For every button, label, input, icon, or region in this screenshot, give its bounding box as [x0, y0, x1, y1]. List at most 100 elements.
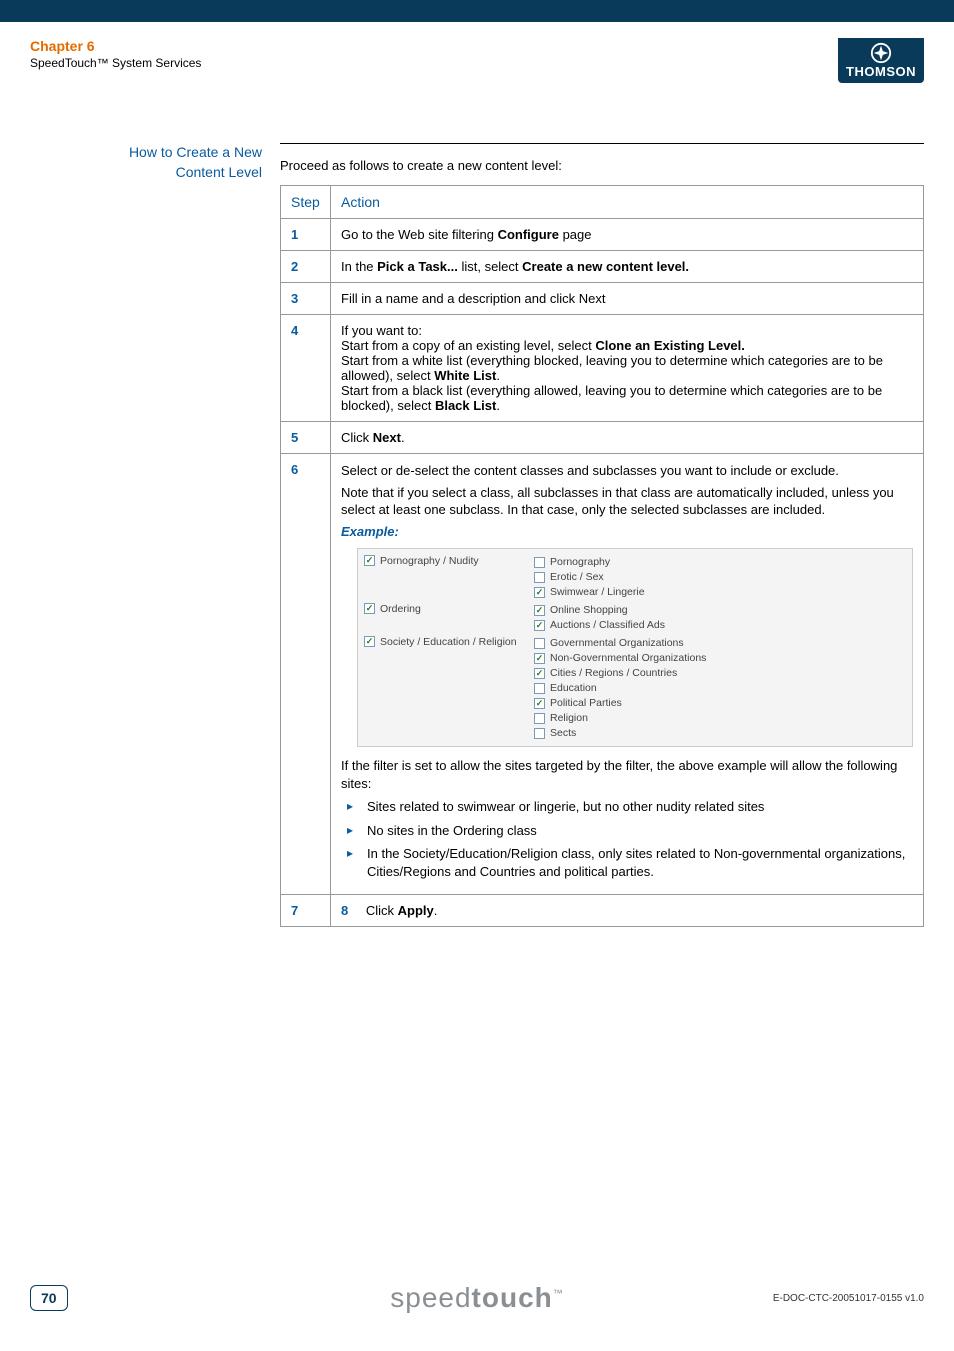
speedtouch-logo: speedtouch™ — [390, 1282, 564, 1314]
thomson-text: THOMSON — [846, 64, 916, 79]
subcategory-label: Governmental Organizations — [550, 637, 684, 649]
subcategory-label: Auctions / Classified Ads — [550, 619, 665, 631]
text: If the filter is set to allow the sites … — [341, 757, 913, 792]
bullet-list: Sites related to swimwear or lingerie, b… — [341, 798, 913, 880]
subcategory-label: Online Shopping — [550, 604, 628, 616]
checkbox-icon[interactable] — [534, 557, 545, 568]
text: Select or de-select the content classes … — [341, 462, 913, 480]
step-action: If you want to: Start from a copy of an … — [331, 315, 924, 422]
text: Note that if you select a class, all sub… — [341, 484, 913, 519]
example-group: Society / Education / Religion Governmen… — [364, 634, 906, 742]
page-number: 70 — [30, 1285, 68, 1311]
step-num: 7 — [281, 895, 331, 927]
step-num: 1 — [281, 219, 331, 251]
bold: Configure — [498, 227, 559, 242]
text: . — [434, 903, 438, 918]
checkbox-icon[interactable] — [534, 668, 545, 679]
content-area: How to Create a New Content Level Procee… — [0, 83, 954, 927]
text: Start from a black list (everything allo… — [341, 383, 882, 413]
table-row: 5 Click Next. — [281, 422, 924, 454]
brand-bold: touch — [472, 1282, 553, 1313]
bold: Next — [373, 430, 401, 445]
example-label: Example: — [341, 523, 913, 541]
text: Click — [366, 903, 398, 918]
col-action: Action — [331, 186, 924, 219]
checkbox-icon[interactable] — [364, 603, 375, 614]
text: Go to the Web site filtering — [341, 227, 498, 242]
checkbox-icon[interactable] — [364, 555, 375, 566]
list-item: No sites in the Ordering class — [345, 822, 913, 840]
page-footer: 70 speedtouch™ E-DOC-CTC-20051017-0155 v… — [0, 1285, 954, 1311]
trademark-symbol: ™ — [553, 1289, 564, 1300]
subcategory-label: Pornography — [550, 556, 610, 568]
text: If you want to: — [341, 323, 913, 338]
text: list, select — [458, 259, 522, 274]
document-id: E-DOC-CTC-20051017-0155 v1.0 — [773, 1293, 924, 1304]
step-num: 5 — [281, 422, 331, 454]
checkbox-icon[interactable] — [534, 713, 545, 724]
checkbox-icon[interactable] — [534, 620, 545, 631]
subcategory-label: Political Parties — [550, 697, 622, 709]
step-num: 2 — [281, 251, 331, 283]
table-row: 4 If you want to: Start from a copy of a… — [281, 315, 924, 422]
category-label: Society / Education / Religion — [380, 636, 517, 648]
text: In the — [341, 259, 377, 274]
text: Click — [341, 430, 373, 445]
text: Start from a white list (everything bloc… — [341, 353, 883, 383]
checkbox-icon[interactable] — [534, 572, 545, 583]
subcategory-label: Cities / Regions / Countries — [550, 667, 677, 679]
example-group: Pornography / Nudity Pornography Erotic … — [364, 553, 906, 601]
bold: Pick a Task... — [377, 259, 458, 274]
step-action: Fill in a name and a description and cli… — [331, 283, 924, 315]
main-column: Proceed as follows to create a new conte… — [280, 143, 924, 927]
thomson-logo: THOMSON — [838, 38, 924, 83]
bold: Apply — [398, 903, 434, 918]
checkbox-icon[interactable] — [534, 605, 545, 616]
subcategory-label: Sects — [550, 727, 576, 739]
table-row: 7 8 Click Apply. — [281, 895, 924, 927]
checkbox-icon[interactable] — [364, 636, 375, 647]
category-label: Pornography / Nudity — [380, 555, 479, 567]
checkbox-icon[interactable] — [534, 683, 545, 694]
category-label: Ordering — [380, 603, 421, 615]
chapter-title: Chapter 6 — [30, 38, 201, 54]
checkbox-icon[interactable] — [534, 728, 545, 739]
text: Start from a copy of an existing level, … — [341, 338, 595, 353]
example-group: Ordering Online Shopping Auctions / Clas… — [364, 601, 906, 634]
text: . — [401, 430, 405, 445]
side-heading-l2: Content Level — [176, 164, 262, 180]
text: page — [559, 227, 592, 242]
text: . — [496, 398, 500, 413]
step-num: 6 — [281, 454, 331, 895]
example-box: Pornography / Nudity Pornography Erotic … — [357, 548, 913, 747]
col-step: Step — [281, 186, 331, 219]
subcategory-label: Religion — [550, 712, 588, 724]
table-row: 1 Go to the Web site filtering Configure… — [281, 219, 924, 251]
step-action: In the Pick a Task... list, select Creat… — [331, 251, 924, 283]
thomson-icon — [870, 42, 892, 64]
list-item: In the Society/Education/Religion class,… — [345, 845, 913, 880]
intro-text: Proceed as follows to create a new conte… — [280, 158, 924, 173]
bold: Black List — [435, 398, 496, 413]
checkbox-icon[interactable] — [534, 638, 545, 649]
table-row: 2 In the Pick a Task... list, select Cre… — [281, 251, 924, 283]
inner-step-num: 8 — [341, 903, 348, 918]
page-header: Chapter 6 SpeedTouch™ System Services TH… — [0, 22, 954, 83]
checkbox-icon[interactable] — [534, 698, 545, 709]
step-action: Select or de-select the content classes … — [331, 454, 924, 895]
step-action: Click Next. — [331, 422, 924, 454]
checkbox-icon[interactable] — [534, 587, 545, 598]
subcategory-label: Swimwear / Lingerie — [550, 586, 645, 598]
step-num: 3 — [281, 283, 331, 315]
bold: Create a new content level. — [522, 259, 689, 274]
list-item: Sites related to swimwear or lingerie, b… — [345, 798, 913, 816]
side-heading-l1: How to Create a New — [129, 144, 262, 160]
steps-table: Step Action 1 Go to the Web site filteri… — [280, 185, 924, 927]
text: . — [496, 368, 500, 383]
step-action: 8 Click Apply. — [331, 895, 924, 927]
subcategory-label: Non-Governmental Organizations — [550, 652, 706, 664]
bold: Clone an Existing Level. — [595, 338, 745, 353]
subcategory-label: Erotic / Sex — [550, 571, 604, 583]
checkbox-icon[interactable] — [534, 653, 545, 664]
table-row: 3 Fill in a name and a description and c… — [281, 283, 924, 315]
